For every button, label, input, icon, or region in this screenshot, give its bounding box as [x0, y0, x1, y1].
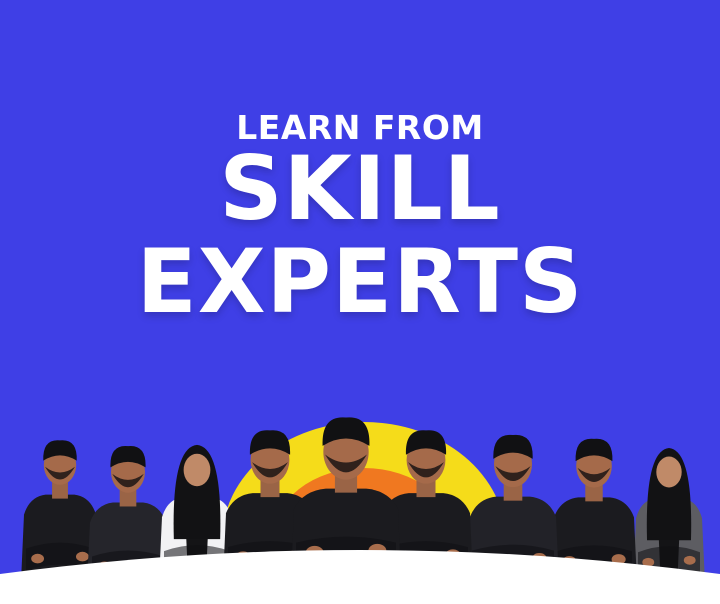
- hand: [76, 551, 89, 562]
- face: [656, 456, 682, 488]
- hand: [683, 555, 696, 565]
- team-illustration: [0, 417, 720, 604]
- banner: LEARN FROM SKILL EXPERTS: [0, 0, 720, 604]
- face: [183, 453, 211, 487]
- hand: [31, 553, 44, 564]
